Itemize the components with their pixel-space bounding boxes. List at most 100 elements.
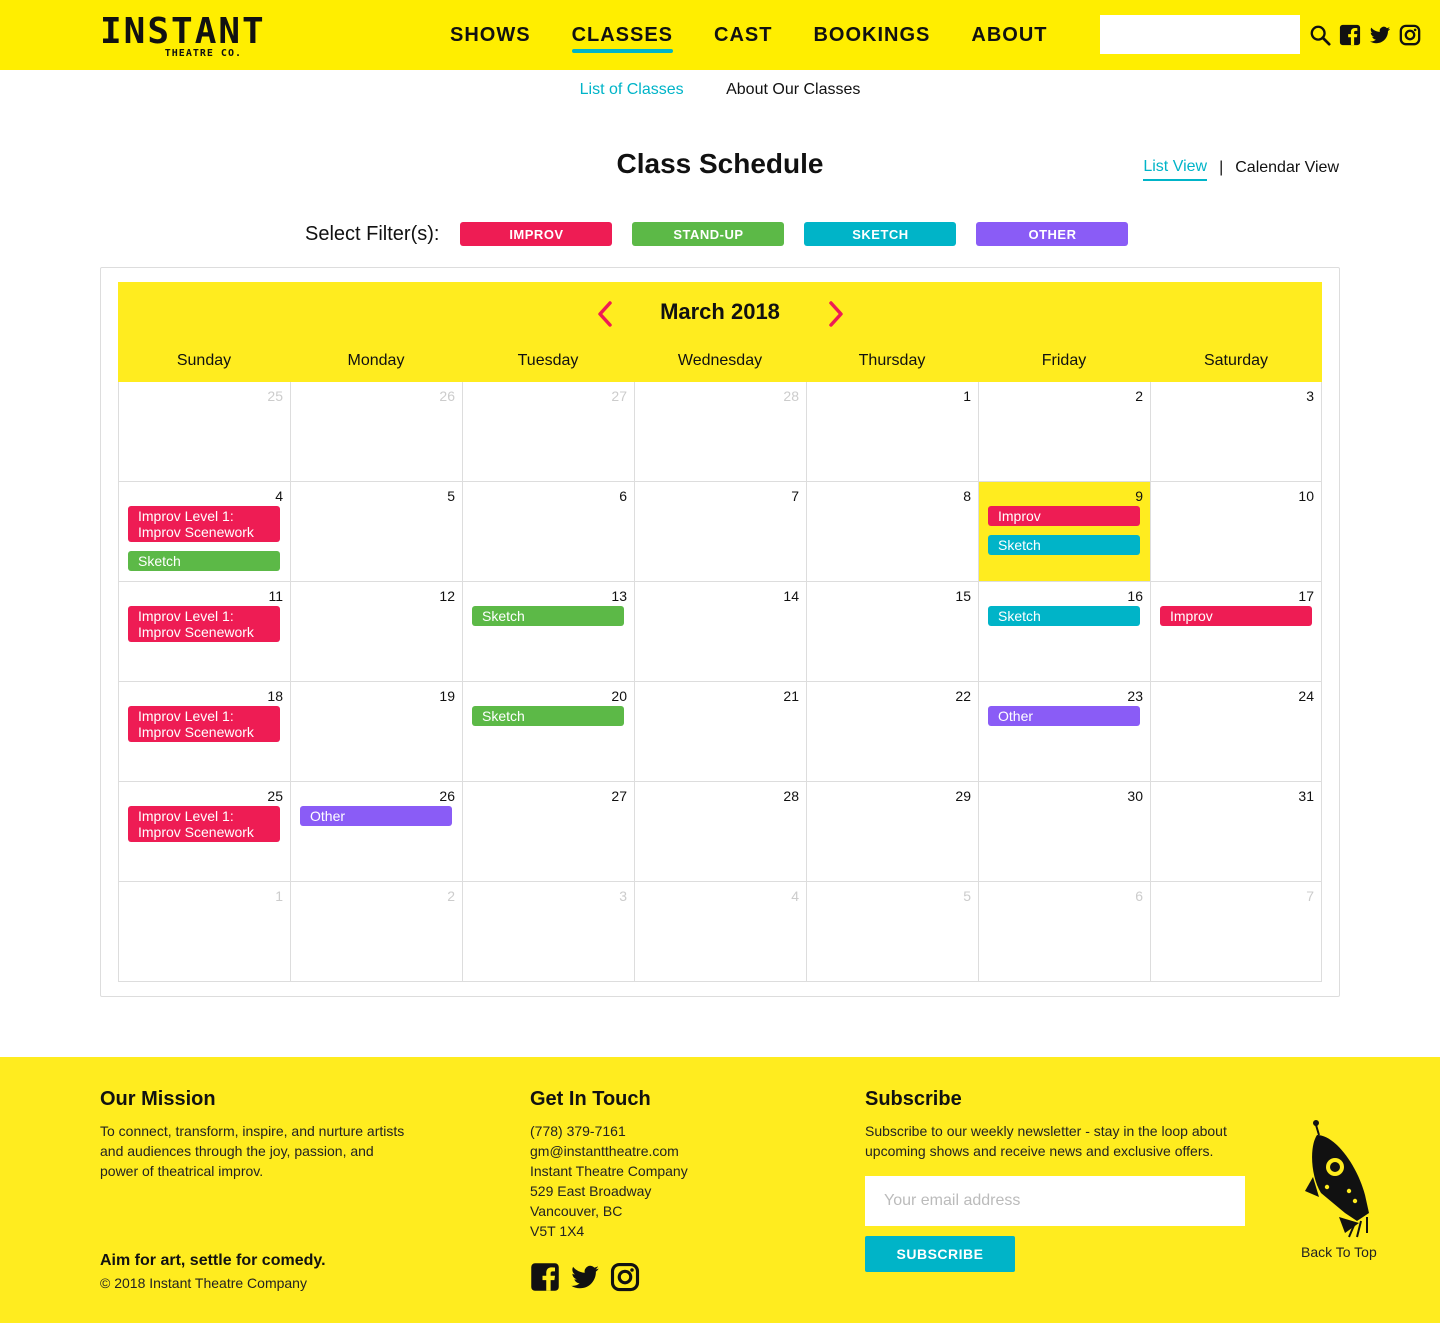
view-separator: | bbox=[1219, 159, 1224, 176]
nav-shows[interactable]: SHOWS bbox=[450, 22, 531, 48]
contact-email[interactable]: gm@instanttheatre.com bbox=[530, 1141, 679, 1161]
nav-classes[interactable]: CLASSES bbox=[571, 22, 674, 53]
contact-phone[interactable]: (778) 379-7161 bbox=[530, 1121, 626, 1141]
event-other[interactable]: Other bbox=[300, 806, 452, 826]
calendar-day-cell[interactable]: 6 bbox=[978, 882, 1150, 982]
calendar-day-cell[interactable]: 9 Improv Sketch bbox=[978, 482, 1150, 582]
filter-standup-button[interactable]: STAND-UP bbox=[632, 222, 785, 246]
calendar-day-cell[interactable]: 1 bbox=[806, 382, 978, 482]
calendar-day-cell[interactable]: 27 bbox=[462, 382, 634, 482]
subscribe-button[interactable]: SUBSCRIBE bbox=[865, 1236, 1015, 1272]
calendar-day-cell[interactable]: 29 bbox=[806, 782, 978, 882]
subnav-list-of-classes[interactable]: List of Classes bbox=[580, 80, 684, 100]
calendar-day-cell[interactable]: 28 bbox=[634, 782, 806, 882]
footer-twitter-icon[interactable] bbox=[570, 1262, 600, 1292]
calendar-day-cell[interactable]: 7 bbox=[634, 482, 806, 582]
footer-facebook-icon[interactable] bbox=[530, 1262, 560, 1292]
calendar-day-cell[interactable]: 27 bbox=[462, 782, 634, 882]
filter-sketch-button[interactable]: SKETCH bbox=[804, 222, 957, 246]
day-number: 4 bbox=[791, 888, 799, 904]
calendar-day-cell[interactable]: 2 bbox=[290, 882, 462, 982]
contact-postal: V5T 1X4 bbox=[530, 1223, 585, 1239]
calendar-day-cell[interactable]: 13 Sketch bbox=[462, 582, 634, 682]
event-sketch[interactable]: Sketch bbox=[988, 606, 1140, 626]
event-improv[interactable]: Improv Level 1: Improv Scenework bbox=[128, 706, 280, 742]
search-icon[interactable] bbox=[1309, 24, 1331, 46]
facebook-icon[interactable] bbox=[1339, 24, 1361, 46]
event-improv[interactable]: Improv Level 1: Improv Scenework bbox=[128, 506, 280, 542]
calendar-day-cell[interactable]: 24 bbox=[1150, 682, 1322, 782]
calendar-day-cell[interactable]: 5 bbox=[290, 482, 462, 582]
calendar-day-cell[interactable]: 14 bbox=[634, 582, 806, 682]
calendar-day-cell[interactable]: 26 bbox=[290, 382, 462, 482]
calendar-day-cell[interactable]: 2 bbox=[978, 382, 1150, 482]
event-improv[interactable]: Improv bbox=[988, 506, 1140, 526]
calendar-day-cell[interactable]: 4 Improv Level 1: Improv Scenework Sketch bbox=[118, 482, 290, 582]
calendar-day-cell[interactable]: 5 bbox=[806, 882, 978, 982]
calendar-day-cell[interactable]: 22 bbox=[806, 682, 978, 782]
calendar-day-cell[interactable]: 3 bbox=[462, 882, 634, 982]
month-label: March 2018 bbox=[660, 299, 780, 324]
calendar-day-cell[interactable]: 18 Improv Level 1: Improv Scenework bbox=[118, 682, 290, 782]
calendar-day-cell[interactable]: 10 bbox=[1150, 482, 1322, 582]
subnav-about-our-classes[interactable]: About Our Classes bbox=[726, 80, 860, 100]
twitter-icon[interactable] bbox=[1369, 24, 1391, 46]
day-number: 25 bbox=[267, 388, 283, 404]
calendar-day-cell[interactable]: 31 bbox=[1150, 782, 1322, 882]
day-number: 13 bbox=[611, 588, 627, 604]
rocket-icon[interactable] bbox=[1305, 1117, 1375, 1239]
day-number: 8 bbox=[963, 488, 971, 504]
calendar-day-cell[interactable]: 15 bbox=[806, 582, 978, 682]
calendar-day-cell[interactable]: 19 bbox=[290, 682, 462, 782]
event-improv[interactable]: Improv bbox=[1160, 606, 1312, 626]
back-to-top-link[interactable]: Back To Top bbox=[1301, 1242, 1377, 1262]
day-number: 6 bbox=[619, 488, 627, 504]
footer-instagram-icon[interactable] bbox=[610, 1262, 640, 1292]
calendar-day-cell[interactable]: 16 Sketch bbox=[978, 582, 1150, 682]
event-sketch[interactable]: Sketch bbox=[988, 535, 1140, 555]
weekday-saturday: Saturday bbox=[1203, 352, 1269, 369]
calendar-day-cell[interactable]: 21 bbox=[634, 682, 806, 782]
instagram-icon[interactable] bbox=[1399, 24, 1421, 46]
filter-other-button[interactable]: OTHER bbox=[976, 222, 1129, 246]
calendar-day-cell[interactable]: 4 bbox=[634, 882, 806, 982]
calendar-day-cell[interactable]: 23 Other bbox=[978, 682, 1150, 782]
calendar-day-cell[interactable]: 3 bbox=[1150, 382, 1322, 482]
day-number: 28 bbox=[783, 788, 799, 804]
day-number: 4 bbox=[275, 488, 283, 504]
nav-cast[interactable]: CAST bbox=[714, 22, 772, 48]
calendar-day-cell[interactable]: 7 bbox=[1150, 882, 1322, 982]
search-input[interactable] bbox=[1100, 15, 1300, 54]
calendar-day-cell[interactable]: 12 bbox=[290, 582, 462, 682]
calendar-grid: 25 26 27 28 1 2 3 4 Improv Level 1: Improv Scene… bbox=[118, 382, 1322, 982]
calendar-day-cell[interactable]: 1 bbox=[118, 882, 290, 982]
calendar-view-link[interactable]: Calendar View bbox=[1235, 159, 1339, 180]
event-improv[interactable]: Improv Level 1: Improv Scenework bbox=[128, 606, 280, 642]
calendar-day-cell[interactable]: 28 bbox=[634, 382, 806, 482]
classes-subnav: List of Classes About Our Classes bbox=[0, 80, 1440, 100]
event-standup[interactable]: Sketch bbox=[472, 606, 624, 626]
event-other[interactable]: Other bbox=[988, 706, 1140, 726]
calendar-day-cell[interactable]: 25 Improv Level 1: Improv Scenework bbox=[118, 782, 290, 882]
calendar-day-cell[interactable]: 20 Sketch bbox=[462, 682, 634, 782]
event-standup[interactable]: Sketch bbox=[472, 706, 624, 726]
site-logo[interactable]: INSTANT THEATRE CO. bbox=[100, 12, 264, 62]
calendar-day-cell[interactable]: 8 bbox=[806, 482, 978, 582]
calendar-day-cell[interactable]: 11 Improv Level 1: Improv Scenework bbox=[118, 582, 290, 682]
mission-title: Our Mission bbox=[100, 1088, 216, 1110]
calendar-day-cell[interactable]: 17 Improv bbox=[1150, 582, 1322, 682]
event-standup[interactable]: Sketch bbox=[128, 551, 280, 571]
event-improv[interactable]: Improv Level 1: Improv Scenework bbox=[128, 806, 280, 842]
nav-bookings[interactable]: BOOKINGS bbox=[813, 22, 930, 48]
nav-about[interactable]: ABOUT bbox=[971, 22, 1047, 48]
next-month-icon[interactable] bbox=[827, 300, 845, 328]
list-view-link[interactable]: List View bbox=[1143, 158, 1208, 181]
email-field[interactable] bbox=[865, 1176, 1245, 1226]
calendar-day-cell[interactable]: 30 bbox=[978, 782, 1150, 882]
calendar-day-cell[interactable]: 26 Other bbox=[290, 782, 462, 882]
calendar-day-cell[interactable]: 25 bbox=[118, 382, 290, 482]
contact-city: Vancouver, BC bbox=[530, 1203, 623, 1219]
site-footer: Our Mission To connect, transform, inspi… bbox=[0, 1057, 1440, 1323]
filter-improv-button[interactable]: IMPROV bbox=[460, 222, 613, 246]
calendar-day-cell[interactable]: 6 bbox=[462, 482, 634, 582]
